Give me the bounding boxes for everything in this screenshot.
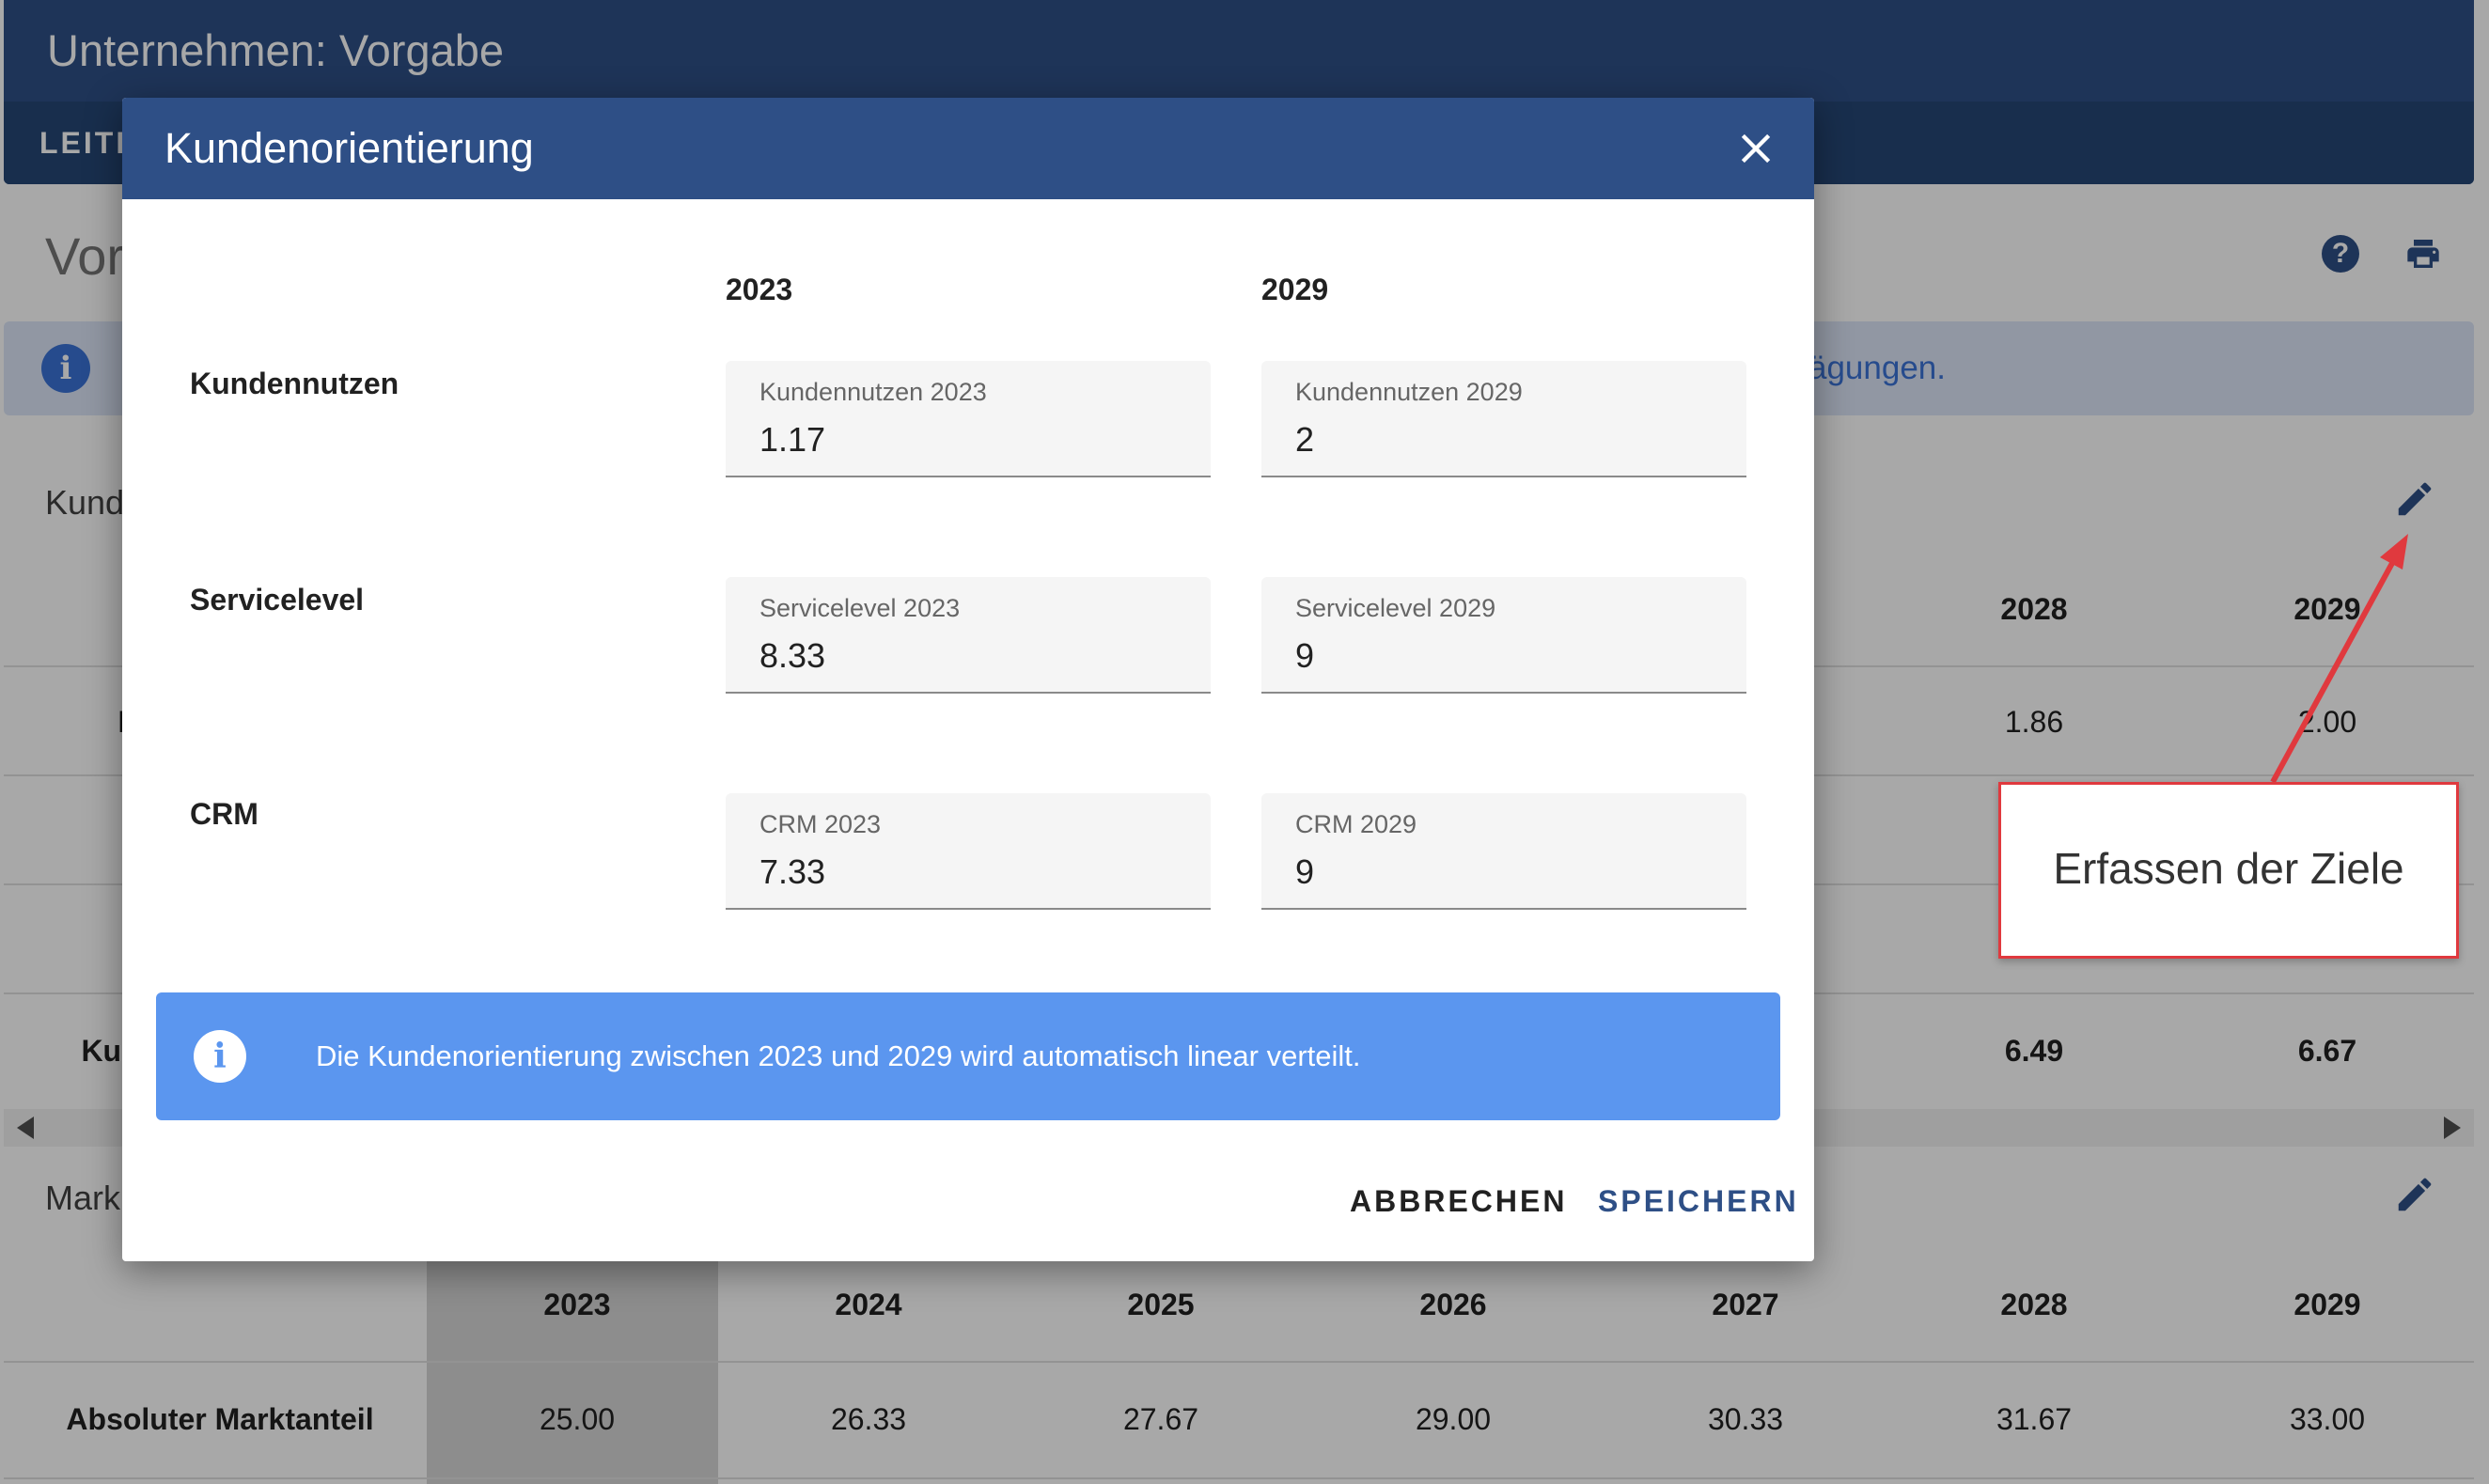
servicelevel-2023-field[interactable]: Servicelevel 2023 (726, 577, 1211, 694)
row-label-kundennutzen: Kundennutzen (190, 367, 399, 400)
dialog-header: Kundenorientierung (122, 98, 1814, 199)
row-label-servicelevel: Servicelevel (190, 583, 365, 617)
dialog-info-banner: i Die Kundenorientierung zwischen 2023 u… (156, 992, 1780, 1120)
crm-2023-input[interactable] (759, 850, 1173, 895)
kundennutzen-2023-input[interactable] (759, 417, 1173, 462)
annotation-callout: Erfassen der Ziele (1998, 782, 2459, 959)
field-label: Servicelevel 2023 (759, 594, 961, 622)
cancel-button[interactable]: ABBRECHEN (1350, 1184, 1567, 1219)
crm-2023-field[interactable]: CRM 2023 (726, 793, 1211, 910)
save-button[interactable]: SPEICHERN (1598, 1184, 1799, 1219)
crm-2029-field[interactable]: CRM 2029 (1261, 793, 1746, 910)
row-label-crm: CRM (190, 797, 258, 831)
servicelevel-2029-field[interactable]: Servicelevel 2029 (1261, 577, 1746, 694)
close-icon[interactable] (1731, 124, 1780, 173)
kundennutzen-2023-field[interactable]: Kundennutzen 2023 (726, 361, 1211, 477)
kundennutzen-2029-input[interactable] (1295, 417, 1709, 462)
column-header-2029: 2029 (1261, 273, 1329, 306)
field-label: Kundennutzen 2029 (1295, 378, 1523, 406)
annotation-text: Erfassen der Ziele (2053, 844, 2404, 893)
dialog-info-text: Die Kundenorientierung zwischen 2023 und… (316, 1039, 1361, 1072)
servicelevel-2029-input[interactable] (1295, 633, 1709, 679)
field-label: Kundennutzen 2023 (759, 378, 987, 406)
info-circle-icon: i (194, 1030, 246, 1083)
kundennutzen-2029-field[interactable]: Kundennutzen 2029 (1261, 361, 1746, 477)
column-header-2023: 2023 (726, 273, 793, 306)
dialog-title: Kundenorientierung (164, 124, 534, 172)
field-label: CRM 2023 (759, 810, 882, 838)
field-label: Servicelevel 2029 (1295, 594, 1496, 622)
kundenorientierung-dialog: Kundenorientierung 2023 2029 Kundennutze… (122, 98, 1814, 1261)
crm-2029-input[interactable] (1295, 850, 1709, 895)
servicelevel-2023-input[interactable] (759, 633, 1173, 679)
field-label: CRM 2029 (1295, 810, 1417, 838)
